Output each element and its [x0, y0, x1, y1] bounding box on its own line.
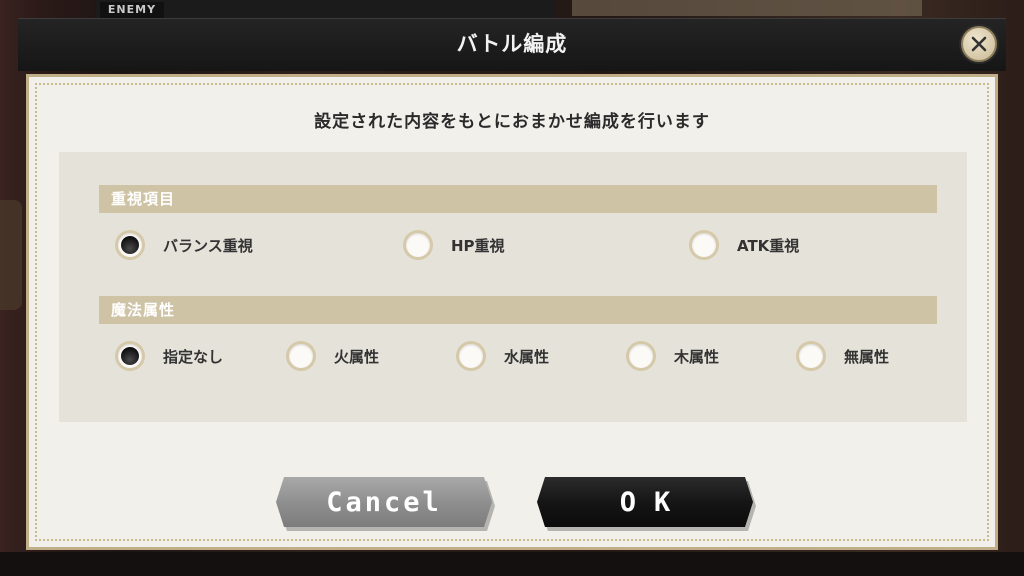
radio-option-neutral[interactable]: 無属性 — [796, 339, 889, 373]
radio-option-atk[interactable]: ATK重視 — [689, 228, 799, 262]
radio-label: 火属性 — [334, 347, 380, 366]
radio-option-fire[interactable]: 火属性 — [286, 339, 379, 373]
section-header-priority: 重視項目 — [99, 185, 937, 213]
radio-option-balance[interactable]: バランス重視 — [115, 228, 253, 262]
dialog-panel: 設定された内容をもとにおまかせ編成を行います 重視項目 バランス重視 HP重視 … — [26, 74, 998, 550]
enemy-hp-bar — [96, 0, 556, 20]
radio-label: HP重視 — [451, 236, 505, 255]
bottom-strip — [0, 552, 1024, 576]
radio-button[interactable] — [286, 341, 316, 371]
ok-button[interactable]: OK — [537, 477, 753, 527]
radio-button[interactable] — [796, 341, 826, 371]
radio-button[interactable] — [626, 341, 656, 371]
radio-button[interactable] — [115, 341, 145, 371]
section-header-magic-attribute: 魔法属性 — [99, 296, 937, 324]
radio-button[interactable] — [689, 230, 719, 260]
radio-label: 水属性 — [504, 347, 550, 366]
enemy-tag: ENEMY — [100, 2, 164, 18]
cancel-button[interactable]: Cancel — [276, 477, 492, 527]
dialog-title: バトル編成 — [456, 32, 568, 56]
radio-label: バランス重視 — [163, 236, 253, 255]
radio-option-water[interactable]: 水属性 — [456, 339, 549, 373]
radio-option-hp[interactable]: HP重視 — [403, 228, 505, 262]
radio-button[interactable] — [456, 341, 486, 371]
battle-formation-dialog: バトル編成 設定された内容をもとにおまかせ編成を行います 重視項目 バランス重視… — [18, 18, 1006, 552]
radio-label: 木属性 — [674, 347, 720, 366]
close-icon — [971, 36, 987, 52]
radio-button[interactable] — [403, 230, 433, 260]
radio-button[interactable] — [115, 230, 145, 260]
close-button[interactable] — [961, 26, 997, 62]
radio-option-wood[interactable]: 木属性 — [626, 339, 719, 373]
radio-label: 指定なし — [163, 347, 224, 366]
top-right-bar — [572, 0, 922, 16]
options-box: 重視項目 バランス重視 HP重視 ATK重視 魔法属性 指定なし 火属性 水属性… — [59, 152, 967, 422]
radio-label: 無属性 — [844, 347, 890, 366]
radio-label: ATK重視 — [737, 236, 800, 255]
dialog-subtitle: 設定された内容をもとにおまかせ編成を行います — [314, 112, 710, 132]
radio-option-none[interactable]: 指定なし — [115, 339, 223, 373]
